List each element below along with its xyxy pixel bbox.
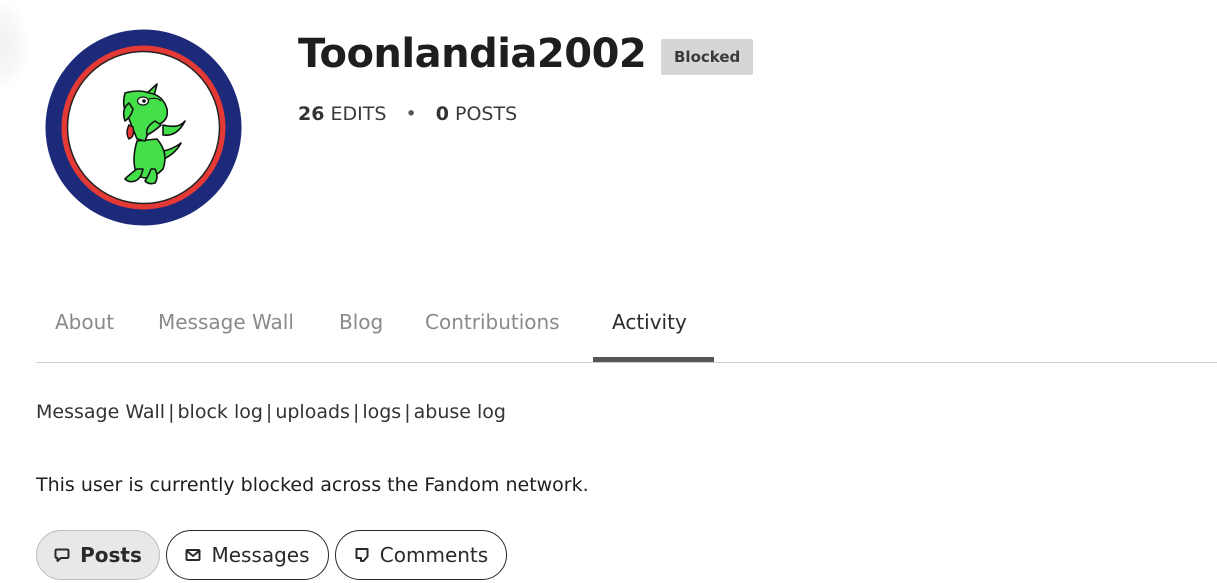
tab-contributions[interactable]: Contributions [425, 309, 560, 335]
envelope-icon [185, 547, 201, 563]
link-message-wall[interactable]: Message Wall [36, 401, 165, 423]
messages-filter-label: Messages [211, 543, 310, 567]
profile-tabs: About Message Wall Blog Contributions Ac… [36, 282, 1217, 363]
edge-shadow [0, 0, 28, 90]
comments-filter-label: Comments [379, 543, 489, 567]
speech-bubble-icon [54, 547, 70, 563]
stats-separator: • [405, 103, 417, 125]
posts-count: 0 [435, 103, 449, 125]
username: Toonlandia2002 [298, 31, 647, 77]
link-separator: | [352, 401, 360, 423]
link-abuse-log[interactable]: abuse log [414, 401, 506, 423]
tab-about[interactable]: About [55, 309, 114, 335]
blocked-badge: Blocked [661, 39, 754, 75]
edits-count: 26 [298, 103, 325, 125]
user-tool-links: Message Wall | block log | uploads | logs | abus… [36, 399, 506, 425]
comments-filter-button[interactable]: Comments [335, 530, 507, 580]
tab-message-wall[interactable]: Message Wall [158, 309, 294, 335]
link-separator: | [265, 401, 273, 423]
comment-icon [354, 547, 370, 563]
posts-label: POSTS [455, 103, 518, 125]
dog-mascot-avatar-icon [45, 29, 242, 226]
avatar [45, 29, 242, 226]
link-logs[interactable]: logs [362, 401, 401, 423]
posts-filter-label: Posts [80, 543, 142, 567]
posts-filter-button[interactable]: Posts [36, 530, 160, 580]
blocked-notice: This user is currently blocked across th… [36, 474, 589, 496]
link-separator: | [168, 401, 175, 423]
profile-stats: 26 EDITS • 0 POSTS [298, 102, 517, 126]
messages-filter-button[interactable]: Messages [166, 530, 329, 580]
link-separator: | [404, 401, 411, 423]
link-uploads[interactable]: uploads [275, 401, 350, 423]
active-tab-indicator [593, 357, 714, 362]
edits-label: EDITS [330, 103, 387, 125]
link-block-log[interactable]: block log [178, 401, 263, 423]
tab-blog[interactable]: Blog [339, 309, 383, 335]
tab-activity[interactable]: Activity [612, 309, 687, 335]
